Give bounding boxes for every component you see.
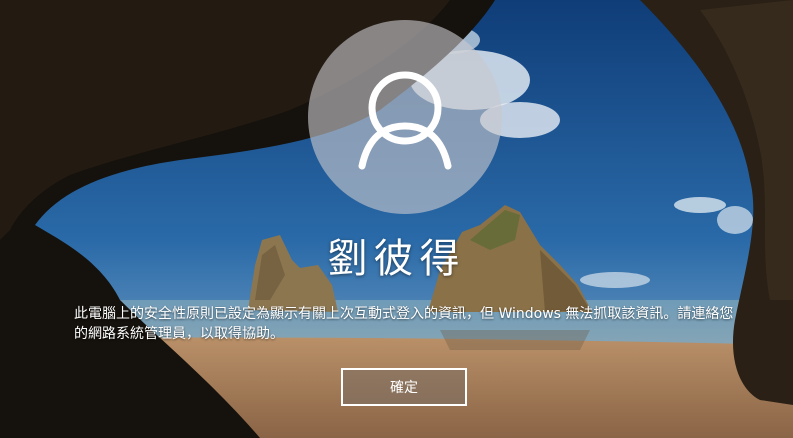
user-name: 劉彼得: [327, 236, 466, 282]
ok-button[interactable]: 確定: [341, 368, 467, 406]
user-avatar: [308, 20, 502, 214]
security-policy-message: 此電腦上的安全性原則已設定為顯示有關上次互動式登入的資訊，但 Windows 無…: [74, 306, 734, 342]
user-silhouette-icon: [358, 71, 452, 170]
